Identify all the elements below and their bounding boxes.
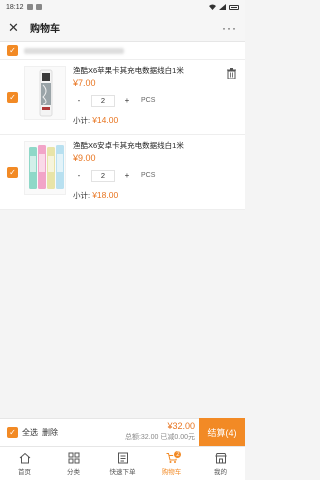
home-icon: [19, 452, 30, 463]
total-detail: 总额:32.00 已减0.00元: [124, 434, 195, 441]
item-title[interactable]: 渔酷X6安卓卡其充电数据线白1米: [73, 141, 225, 150]
decrease-button[interactable]: -: [73, 96, 85, 105]
status-time: 18:12: [6, 3, 24, 11]
quantity-stepper: - 2 + PCS: [73, 94, 155, 107]
notification-icon: [26, 4, 33, 10]
app-icon: [35, 4, 42, 10]
tab-category[interactable]: 分类: [49, 447, 98, 480]
bottom-tab-bar: 首页 分类 快速下单 2 购物车 我的: [0, 446, 245, 480]
shop-name-blurred: [24, 47, 124, 54]
shop-row: ✓: [0, 42, 245, 60]
shop-icon: [214, 452, 227, 463]
tab-cart[interactable]: 2 购物车: [147, 447, 196, 480]
signal-icon: [219, 4, 226, 10]
subtotal-label: 小计:: [73, 191, 91, 200]
tab-label: 我的: [214, 468, 227, 476]
cart-item: ✓ 渔酷X6苹果卡其充电数据线白1米 ¥7.00 - 2 + PCS 小计: ¥…: [0, 60, 245, 135]
item-checkbox[interactable]: ✓: [7, 92, 18, 103]
subtotal-label: 小计:: [73, 116, 91, 125]
item-price: ¥7.00: [73, 78, 96, 88]
tab-label: 购物车: [161, 468, 182, 476]
decrease-button[interactable]: -: [73, 171, 85, 180]
select-all-label[interactable]: 全选: [22, 427, 38, 438]
checkout-bar: ✓ 全选 删除 ¥32.00 总额:32.00 已减0.00元 结算(4): [0, 418, 245, 447]
unit-label: PCS: [141, 97, 156, 104]
product-image-cables-colorful: [29, 145, 64, 189]
status-bar: 18:12: [0, 0, 245, 14]
tab-mine[interactable]: 我的: [196, 447, 245, 480]
item-title[interactable]: 渔酷X6苹果卡其充电数据线白1米: [73, 66, 225, 75]
total-amount: ¥32.00: [167, 421, 195, 431]
item-price: ¥9.00: [73, 153, 96, 163]
item-checkbox[interactable]: ✓: [7, 167, 18, 178]
shop-checkbox[interactable]: ✓: [7, 45, 18, 56]
delete-button[interactable]: 删除: [42, 427, 58, 438]
increase-button[interactable]: +: [121, 171, 133, 180]
cart-badge: 2: [173, 450, 183, 459]
tab-quick-order[interactable]: 快速下单: [98, 447, 147, 480]
checkout-button[interactable]: 结算(4): [199, 418, 245, 447]
cart-item: ✓ 渔酷X6安卓卡其充电数据线白1米 ¥9.00 - 2 + PCS 小计: ¥…: [0, 135, 245, 210]
tab-home[interactable]: 首页: [0, 447, 49, 480]
tab-label: 首页: [18, 468, 31, 476]
item-subtotal: 小计: ¥18.00: [73, 190, 118, 201]
list-icon: [117, 452, 128, 463]
more-options-icon[interactable]: ···: [222, 21, 237, 35]
status-left: 18:12: [6, 4, 42, 11]
trash-icon[interactable]: [227, 68, 236, 79]
quantity-stepper: - 2 + PCS: [73, 169, 155, 182]
product-thumbnail[interactable]: [24, 66, 66, 120]
status-right: [209, 4, 239, 10]
page-title: 购物车: [30, 24, 60, 35]
close-icon[interactable]: ✕: [8, 21, 22, 34]
totals: ¥32.00 总额:32.00 已减0.00元: [125, 421, 195, 442]
subtotal-amount: ¥18.00: [92, 190, 119, 200]
increase-button[interactable]: +: [121, 96, 133, 105]
grid-icon: [68, 452, 79, 463]
subtotal-amount: ¥14.00: [92, 115, 119, 125]
tab-label: 快速下单: [109, 468, 136, 476]
app-header: ✕ 购物车 ···: [0, 14, 245, 42]
product-image-cable-black: [39, 69, 53, 117]
battery-icon: [229, 4, 239, 10]
unit-label: PCS: [141, 172, 156, 179]
wifi-icon: [209, 4, 216, 10]
tab-label: 分类: [67, 468, 80, 476]
product-thumbnail[interactable]: [24, 141, 66, 195]
select-all-checkbox[interactable]: ✓: [7, 427, 18, 438]
quantity-input[interactable]: 2: [91, 169, 115, 182]
quantity-input[interactable]: 2: [91, 94, 115, 107]
item-subtotal: 小计: ¥14.00: [73, 115, 118, 126]
